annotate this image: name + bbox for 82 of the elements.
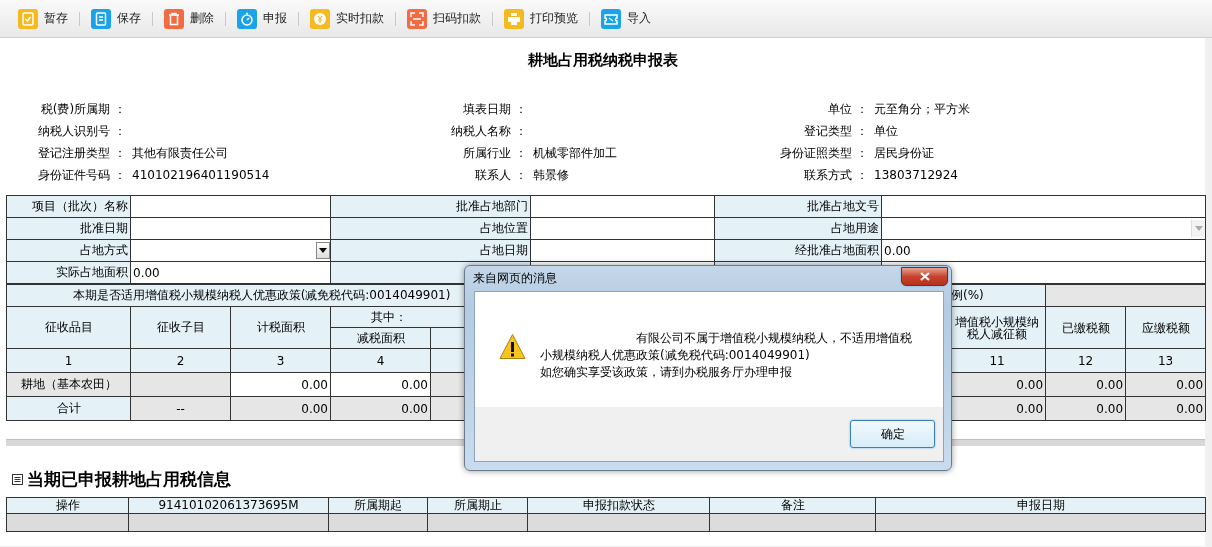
- field-value: 机械零部件加工: [533, 145, 617, 160]
- table-cell: 经批准占地面积: [714, 239, 882, 262]
- field-value: 13803712924: [874, 168, 958, 182]
- field-label: 单位 ：: [828, 100, 868, 118]
- field-label: 登记注册类型 ：: [38, 144, 126, 162]
- close-button[interactable]: [901, 266, 948, 286]
- column-header: 已缴税额: [1045, 306, 1126, 349]
- table-cell: 0.00: [330, 396, 431, 421]
- field-label: 纳税人名称 ：: [451, 122, 527, 140]
- table-cell: 批准占地部门: [330, 195, 531, 218]
- toolbar-button[interactable]: 申报: [233, 5, 291, 32]
- table-cell: 0.00: [230, 396, 331, 421]
- table-cell: 占地方式: [6, 239, 131, 262]
- input-field[interactable]: [530, 217, 715, 240]
- table-cell: 占地用途: [714, 217, 882, 240]
- dropdown-field[interactable]: [881, 217, 1206, 240]
- input-field[interactable]: [881, 195, 1206, 218]
- field-label: 填表日期 ：: [463, 100, 527, 118]
- field-label: 税(费)所属期 ：: [40, 100, 126, 118]
- input-field[interactable]: [530, 195, 715, 218]
- column-header: 所属期起: [328, 497, 428, 514]
- field-value: 单位: [874, 123, 898, 138]
- caret-icon: [1194, 226, 1203, 231]
- field-value: 410102196401190514: [132, 168, 270, 182]
- table-cell: 批准占地文号: [714, 195, 882, 218]
- dropdown-field[interactable]: [130, 239, 331, 262]
- form-title: 耕地占用税纳税申报表: [527, 50, 678, 70]
- section-heading: 当期已申报耕地占用税信息: [27, 468, 231, 491]
- column-number: 4: [330, 348, 431, 373]
- column-header: 应缴税额: [1125, 306, 1206, 349]
- table-cell: 占地位置: [330, 217, 531, 240]
- column-header: 操作: [6, 497, 129, 514]
- column-header: 91410102061373695M: [128, 497, 329, 514]
- dialog-title: 来自网页的消息: [473, 269, 557, 287]
- toolbar-button[interactable]: 暂存: [14, 5, 72, 32]
- column-header: 计税面积: [230, 306, 331, 349]
- input-field[interactable]: 0.00: [330, 372, 431, 397]
- toolbar-button[interactable]: 实时扣款: [306, 5, 388, 32]
- input-field[interactable]: 0.00: [230, 372, 331, 397]
- toolbar-button[interactable]: 扫码扣款: [403, 5, 485, 32]
- toolbar-button[interactable]: 打印预览: [500, 5, 582, 32]
- list-icon: [12, 474, 23, 485]
- table-cell: --: [130, 396, 231, 421]
- column-header: 申报扣款状态: [527, 497, 710, 514]
- column-number: 2: [130, 348, 231, 373]
- field-value: 居民身份证: [874, 145, 934, 160]
- field-label: 身份证照类型 ：: [780, 144, 868, 162]
- table-cell: 合计: [6, 396, 131, 421]
- dialog-message: 有限公司不属于增值税小规模纳税人，不适用增值税 小规模纳税人优惠政策(减免税代码:0014049901) 如您确实享受该政策，请到办税服务厅办理申报: [540, 330, 912, 381]
- column-header: 申报日期: [875, 497, 1206, 514]
- input-field[interactable]: [130, 195, 331, 218]
- field-label: 纳税人识别号 ：: [38, 122, 126, 140]
- field-label: 身份证件号码 ：: [38, 166, 126, 184]
- column-header: 征收品目: [6, 306, 131, 349]
- input-field[interactable]: 0.00: [881, 239, 1206, 262]
- column-number: 1: [6, 348, 131, 373]
- table-cell: 批准日期: [6, 217, 131, 240]
- field-value: 元至角分；平方米: [874, 101, 970, 116]
- field-value: 其他有限责任公司: [132, 145, 228, 160]
- toolbar-button[interactable]: 保存: [87, 5, 145, 32]
- field-label: 联系人 ：: [475, 166, 527, 184]
- field-value: 韩景修: [533, 167, 569, 182]
- ok-button[interactable]: 确定: [850, 420, 935, 448]
- warning-icon: [499, 333, 526, 360]
- table-cell: 占地日期: [330, 239, 531, 262]
- toolbar-button[interactable]: 导入: [597, 5, 655, 32]
- table-cell: 实际占地面积: [6, 261, 131, 284]
- input-field[interactable]: [130, 217, 331, 240]
- table-cell: 耕地（基本农田）: [6, 372, 131, 397]
- column-number: 3: [230, 348, 331, 373]
- input-field[interactable]: [530, 239, 715, 262]
- column-header: 备注: [709, 497, 876, 514]
- field-label: 登记类型 ：: [804, 122, 868, 140]
- field-label: 联系方式 ：: [804, 166, 868, 184]
- column-header: 所属期止: [427, 497, 528, 514]
- close-icon: [919, 271, 930, 281]
- caret-icon: [319, 248, 327, 253]
- toolbar-button[interactable]: 删除: [160, 5, 218, 32]
- column-header: 征收子目: [130, 306, 231, 349]
- field-label: 所属行业 ：: [463, 144, 527, 162]
- table-cell: 项目（批次）名称: [6, 195, 131, 218]
- input-field[interactable]: 0.00: [130, 261, 331, 284]
